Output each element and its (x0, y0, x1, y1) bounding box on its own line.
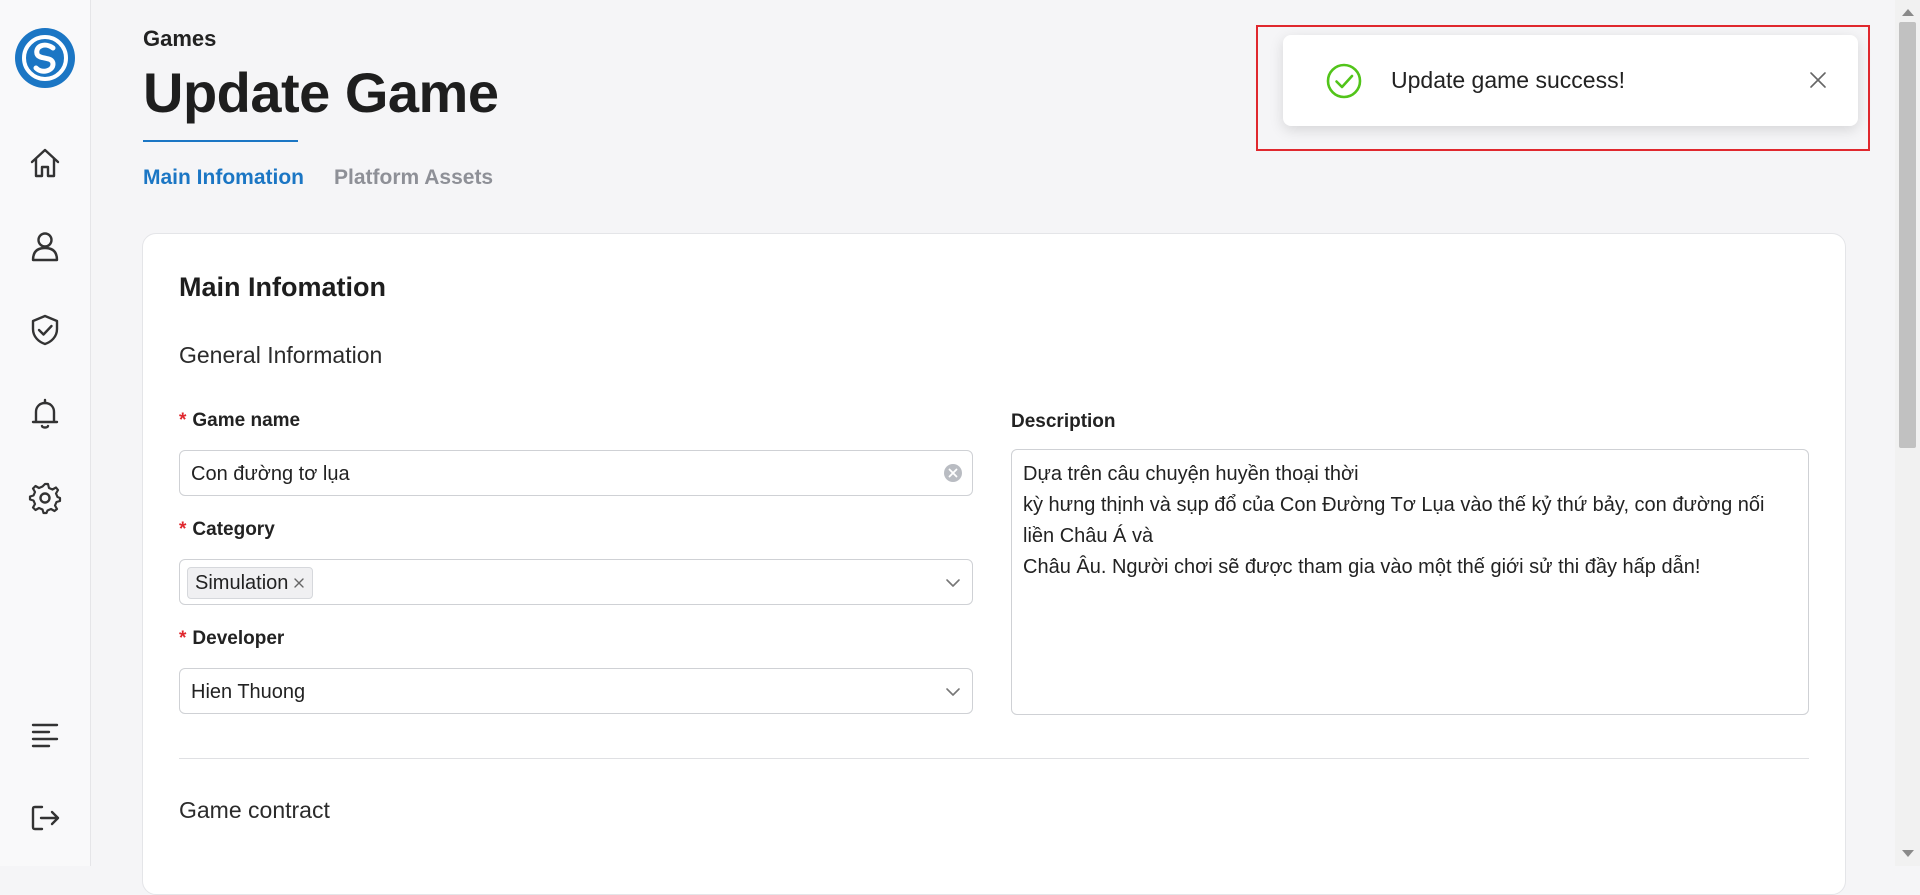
bell-icon[interactable] (27, 396, 63, 432)
menu-lines-icon[interactable] (27, 717, 63, 753)
scroll-down-arrow[interactable] (1902, 850, 1914, 857)
required-marker: * (179, 519, 187, 540)
user-icon[interactable] (27, 228, 63, 264)
section-title-general: General Information (179, 342, 383, 368)
description-textarea[interactable]: Dựa trên câu chuyện huyền thoại thời kỳ … (1011, 449, 1809, 715)
vertical-scrollbar[interactable] (1895, 0, 1920, 866)
section-divider (179, 758, 1809, 759)
close-icon[interactable] (1808, 70, 1828, 90)
category-label: * Category (179, 519, 275, 540)
notification-message: Update game success! (1391, 67, 1625, 93)
shield-check-icon[interactable] (27, 312, 63, 348)
game-name-label: * Game name (179, 410, 301, 431)
section-title-game-contract: Game contract (179, 797, 330, 823)
tag-close-icon[interactable] (290, 574, 308, 592)
check-circle-icon (1325, 62, 1363, 100)
main-information-card: Main Infomation General Information * Gam… (142, 233, 1846, 895)
breadcrumb[interactable]: Games (143, 26, 216, 52)
home-icon[interactable] (27, 145, 63, 181)
game-name-value: Con đường tơ lụa (191, 463, 350, 485)
developer-value: Hien Thuong (191, 681, 306, 703)
required-marker: * (179, 410, 187, 431)
gear-icon[interactable] (27, 480, 63, 516)
developer-select[interactable]: Hien Thuong (179, 668, 973, 714)
game-name-input[interactable]: Con đường tơ lụa (179, 450, 973, 496)
chevron-down-icon[interactable] (944, 683, 962, 701)
scroll-thumb[interactable] (1899, 22, 1916, 448)
required-marker: * (179, 628, 187, 649)
tab-active-indicator (143, 140, 298, 142)
sidebar (0, 0, 91, 866)
logo-icon[interactable] (15, 28, 75, 88)
card-title: Main Infomation (179, 272, 386, 302)
tab-platform-assets[interactable]: Platform Assets (334, 166, 493, 190)
logout-icon[interactable] (27, 800, 63, 836)
scroll-up-arrow[interactable] (1902, 9, 1914, 16)
developer-label: * Developer (179, 628, 285, 649)
description-value: Dựa trên câu chuyện huyền thoại thời kỳ … (1023, 463, 1765, 578)
category-select[interactable]: Simulation (179, 559, 973, 605)
page-title: Update Game (143, 61, 499, 124)
category-tag: Simulation (187, 567, 314, 599)
chevron-down-icon[interactable] (944, 574, 962, 592)
tab-main-information[interactable]: Main Infomation (143, 166, 304, 190)
description-label: Description (1011, 411, 1116, 432)
success-notification: Update game success! (1283, 35, 1858, 126)
category-tag-label: Simulation (195, 571, 289, 594)
clear-icon[interactable] (944, 464, 962, 482)
